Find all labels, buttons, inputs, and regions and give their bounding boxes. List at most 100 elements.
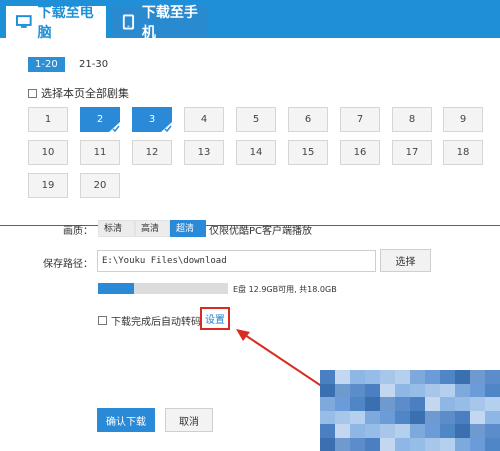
mosaic-cell [425,370,440,384]
mosaic-cell [395,397,410,411]
tab-download-to-phone[interactable]: 下载至手机 [111,5,207,41]
mosaic-cell [470,397,485,411]
episode-number: 7 [356,114,364,125]
mosaic-cell [410,437,425,451]
mosaic-cell [485,424,500,438]
settings-link[interactable]: 设置 [200,307,230,330]
select-all-checkbox[interactable]: 选择本页全部剧集 [28,85,129,101]
mosaic-cell [350,410,365,424]
checkmark-icon [161,122,172,132]
episode-button[interactable]: 15 [288,140,328,165]
mosaic-cell [410,370,425,384]
mosaic-cell [380,437,395,451]
mosaic-cell [470,370,485,384]
mosaic-cell [320,397,335,411]
mosaic-cell [410,383,425,397]
tab-label: 下载至手机 [141,5,198,41]
mosaic-cell [425,383,440,397]
quality-note: 仅限优酷PC客户端播放 [209,226,313,237]
episode-button[interactable]: 19 [28,173,68,198]
range-tab-21-30[interactable]: 21-30 [72,57,115,72]
disk-usage-text: E盘 12.9GB可用, 共18.0GB [233,285,337,294]
mosaic-cell [410,424,425,438]
mosaic-cell [425,437,440,451]
disk-usage-bar [98,283,228,294]
mosaic-cell [335,397,350,411]
quality-option-hd[interactable]: 高清 [135,220,170,237]
episode-button[interactable]: 5 [236,107,276,132]
mosaic-cell [440,370,455,384]
tab-label: 下载至电脑 [37,5,94,41]
checkbox-box[interactable] [28,88,37,98]
save-path-label: 保存路径： [43,259,93,270]
mosaic-cell [455,424,470,438]
mosaic-cell [365,397,380,411]
episode-button[interactable]: 8 [392,107,432,132]
episode-button[interactable]: 13 [184,140,224,165]
episode-button[interactable]: 14 [236,140,276,165]
mosaic-cell [365,437,380,451]
mosaic-cell [350,383,365,397]
mosaic-cell [440,383,455,397]
episode-number: 18 [456,147,470,158]
episode-number: 1 [44,114,52,125]
mosaic-cell [365,383,380,397]
mosaic-cell [470,410,485,424]
episode-button[interactable]: 2 [80,107,120,132]
episode-number: 13 [197,147,211,158]
mosaic-cell [455,397,470,411]
episode-button[interactable]: 4 [184,107,224,132]
mosaic-cell [440,424,455,438]
header-bar: 下载至电脑 下载至手机 [0,0,500,41]
quality-option-sd[interactable]: 标清 [98,220,135,237]
episode-button[interactable]: 3 [132,107,172,132]
select-all-label: 选择本页全部剧集 [41,87,129,100]
disk-usage-fill [98,283,135,294]
episode-button[interactable]: 12 [132,140,172,165]
episode-button[interactable]: 20 [80,173,120,198]
episode-number: 10 [41,147,55,158]
episode-button[interactable]: 18 [443,140,483,165]
quality-option-super-hd[interactable]: 超清 [170,220,206,237]
cancel-button[interactable]: 取消 [165,408,213,432]
episode-button[interactable]: 9 [443,107,483,132]
checkbox-box[interactable] [98,316,107,325]
save-path-input[interactable]: E:\Youku Files\download [97,250,376,272]
browse-button[interactable]: 选择 [380,249,431,272]
confirm-download-button[interactable]: 确认下载 [97,408,155,432]
episode-button[interactable]: 6 [288,107,328,132]
mosaic-cell [395,370,410,384]
episode-number: 4 [200,114,208,125]
tab-download-to-pc[interactable]: 下载至电脑 [6,5,106,41]
mosaic-cell [395,410,410,424]
episode-button[interactable]: 16 [340,140,380,165]
mosaic-cell [350,397,365,411]
mosaic-cell [485,437,500,451]
episode-button[interactable]: 17 [392,140,432,165]
auto-convert-checkbox[interactable]: 下载完成后自动转码 [98,313,201,328]
mosaic-cell [350,437,365,451]
episode-button[interactable]: 1 [28,107,68,132]
mosaic-cell [455,370,470,384]
episode-button[interactable]: 7 [340,107,380,132]
mosaic-cell [365,410,380,424]
mosaic-cell [320,383,335,397]
mosaic-cell [470,383,485,397]
mosaic-cell [350,424,365,438]
episode-number: 8 [408,114,416,125]
auto-convert-label: 下载完成后自动转码 [111,317,201,328]
mosaic-cell [485,410,500,424]
mosaic-cell [335,437,350,451]
mosaic-cell [380,397,395,411]
mosaic-cell [365,370,380,384]
mosaic-cell [470,437,485,451]
episode-button[interactable]: 10 [28,140,68,165]
episode-number: 17 [405,147,419,158]
episode-number: 6 [304,114,312,125]
episode-button[interactable]: 11 [80,140,120,165]
mosaic-cell [425,424,440,438]
episode-number: 2 [96,114,104,125]
mosaic-cell [485,397,500,411]
mosaic-cell [395,437,410,451]
range-tab-1-20[interactable]: 1-20 [28,57,65,72]
